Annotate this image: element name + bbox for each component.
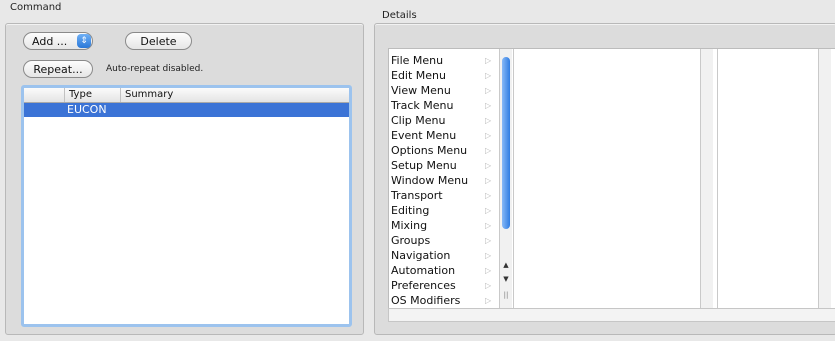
submenu-column[interactable] — [513, 49, 713, 309]
submenu-triangle-icon: ▷ — [485, 191, 492, 200]
menu-item-file[interactable]: File Menu — [391, 53, 443, 68]
menu-column-scrollbar[interactable]: ▲ ▼ || — [499, 49, 512, 309]
submenu-triangle-icon: ▷ — [485, 131, 492, 140]
menu-item-options[interactable]: Options Menu — [391, 143, 467, 158]
details-group-label: Details — [382, 10, 417, 21]
menu-item-track[interactable]: Track Menu — [391, 98, 453, 113]
add-popup-label: Add ... — [32, 35, 68, 48]
submenu-column-scrollbar[interactable] — [700, 49, 713, 309]
submenu-triangle-icon: ▷ — [485, 221, 492, 230]
submenu-triangle-icon: ▷ — [485, 56, 492, 65]
detail-column[interactable] — [717, 49, 835, 309]
submenu-triangle-icon: ▷ — [485, 176, 492, 185]
submenu-triangle-icon: ▷ — [485, 146, 492, 155]
menu-item-os-modifiers[interactable]: OS Modifiers — [391, 293, 460, 308]
column-summary-header[interactable]: Summary — [120, 88, 345, 102]
command-table[interactable]: Type Summary EUCON — [21, 85, 352, 327]
menu-item-window[interactable]: Window Menu — [391, 173, 468, 188]
submenu-triangle-icon: ▷ — [485, 71, 492, 80]
detail-column-scrollbar[interactable] — [818, 49, 831, 309]
submenu-triangle-icon: ▷ — [485, 86, 492, 95]
menu-item-event[interactable]: Event Menu — [391, 128, 456, 143]
updown-arrows-icon: ⇕ — [77, 34, 91, 48]
delete-button[interactable]: Delete — [125, 32, 192, 50]
submenu-triangle-icon: ▷ — [485, 236, 492, 245]
horizontal-scrollbar[interactable] — [388, 308, 835, 322]
submenu-triangle-icon: ▷ — [485, 161, 492, 170]
scroll-thumb[interactable] — [502, 57, 510, 229]
auto-repeat-status: Auto-repeat disabled. — [106, 64, 204, 74]
submenu-triangle-icon: ▷ — [485, 296, 492, 305]
menu-item-groups[interactable]: Groups — [391, 233, 430, 248]
menu-browser: File Menu Edit Menu View Menu Track Menu… — [388, 48, 835, 310]
row-type: EUCON — [67, 103, 107, 116]
table-row[interactable]: EUCON — [24, 103, 349, 117]
scroll-up-icon[interactable]: ▲ — [500, 261, 512, 269]
submenu-triangle-icon: ▷ — [485, 281, 492, 290]
menu-item-view[interactable]: View Menu — [391, 83, 451, 98]
menu-item-navigation[interactable]: Navigation — [391, 248, 450, 263]
submenu-triangle-icon: ▷ — [485, 101, 492, 110]
menu-item-mixing[interactable]: Mixing — [391, 218, 427, 233]
column-type-header[interactable]: Type — [64, 88, 119, 102]
column-resize-icon[interactable]: || — [500, 291, 512, 299]
menu-item-editing[interactable]: Editing — [391, 203, 429, 218]
menu-item-edit[interactable]: Edit Menu — [391, 68, 446, 83]
repeat-button[interactable]: Repeat... — [23, 60, 93, 78]
menu-item-automation[interactable]: Automation — [391, 263, 455, 278]
submenu-triangle-icon: ▷ — [485, 116, 492, 125]
add-popup-button[interactable]: Add ... ⇕ — [23, 32, 93, 50]
menu-item-preferences[interactable]: Preferences — [391, 278, 456, 293]
menu-column[interactable]: File Menu Edit Menu View Menu Track Menu… — [389, 49, 513, 309]
command-group-label: Command — [10, 2, 62, 13]
menu-item-transport[interactable]: Transport — [391, 188, 443, 203]
table-header: Type Summary — [24, 88, 349, 103]
submenu-triangle-icon: ▷ — [485, 251, 492, 260]
scroll-down-icon[interactable]: ▼ — [500, 275, 512, 283]
menu-item-clip[interactable]: Clip Menu — [391, 113, 445, 128]
submenu-triangle-icon: ▷ — [485, 206, 492, 215]
menu-item-setup[interactable]: Setup Menu — [391, 158, 457, 173]
submenu-triangle-icon: ▷ — [485, 266, 492, 275]
